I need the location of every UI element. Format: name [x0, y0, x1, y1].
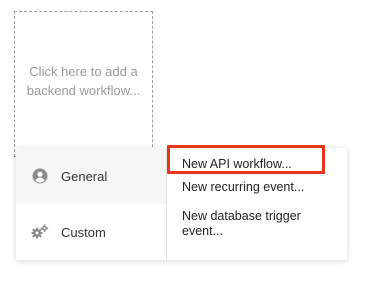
category-custom[interactable]: Custom — [16, 204, 166, 260]
category-general-label: General — [61, 168, 108, 184]
add-backend-workflow-zone[interactable]: Click here to add a backend workflow... — [14, 11, 153, 157]
menu-categories: General Custom — [16, 148, 166, 260]
category-general[interactable]: General — [16, 148, 166, 204]
new-database-trigger-event-option[interactable]: New database trigger event... — [167, 209, 347, 239]
new-api-workflow-option[interactable]: New API workflow... — [167, 154, 347, 174]
category-custom-label: Custom — [61, 224, 106, 240]
workflow-canvas: Click here to add a backend workflow... … — [0, 0, 366, 289]
new-workflow-menu: General Custom New API workflow... New r… — [16, 148, 347, 260]
menu-options: New API workflow... New recurring event.… — [167, 148, 347, 260]
add-backend-workflow-hint: Click here to add a backend workflow... — [26, 64, 141, 98]
new-recurring-event-option[interactable]: New recurring event... — [167, 180, 347, 195]
user-circle-icon — [31, 167, 49, 185]
gears-icon — [31, 223, 49, 241]
